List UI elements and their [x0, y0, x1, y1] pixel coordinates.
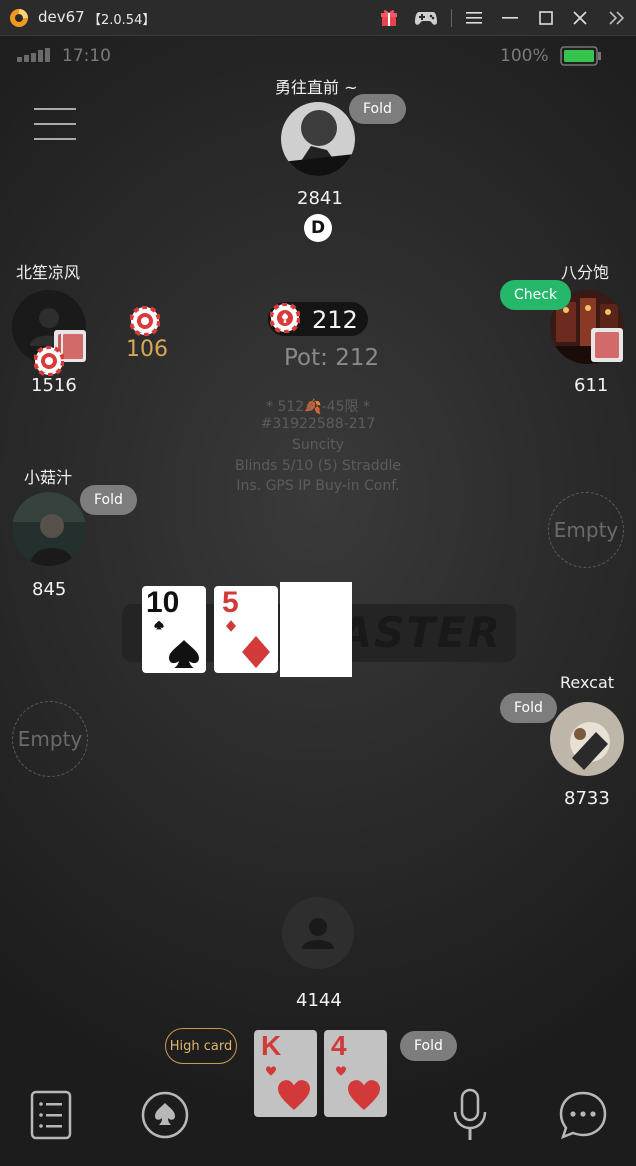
card-rank: 4 [331, 1030, 347, 1061]
avatar-hero[interactable] [282, 897, 354, 969]
stack-left-upper: 1516 [31, 375, 77, 396]
status-time: 17:10 [62, 46, 111, 66]
hole-cards-back-icon [591, 328, 623, 362]
spade-icon[interactable] [140, 1090, 190, 1140]
table-menu-button[interactable] [34, 108, 76, 140]
window-titlebar: dev67 【2.0.54】 [0, 0, 636, 36]
microphone-icon[interactable] [452, 1088, 488, 1142]
stack-top: 2841 [297, 188, 343, 209]
avatar-left-middle[interactable] [12, 492, 86, 566]
pot-total: Pot: 212 [284, 345, 380, 371]
watermark-text: ASTER [339, 608, 502, 657]
table-id: #31922588-217 [260, 416, 376, 432]
list-icon[interactable] [30, 1090, 72, 1140]
menu-icon[interactable] [461, 6, 487, 30]
close-icon[interactable] [567, 6, 593, 30]
player-name-top: 勇往直前 ~ [275, 78, 358, 97]
action-bubble-top: Fold [349, 94, 406, 124]
hand-type-badge: High card [165, 1028, 237, 1064]
action-bubble-left-middle: Fold [80, 485, 137, 515]
maximize-icon[interactable] [533, 6, 559, 30]
card-rank: 5 [222, 586, 239, 619]
player-name-left-upper: 北笙凉风 [16, 263, 81, 282]
spade-suit-icon [154, 620, 164, 630]
bet-amount-left-upper: 106 [126, 337, 168, 362]
poker-chip-icon [270, 303, 300, 333]
poker-chip-icon [34, 346, 64, 376]
hero-card-2[interactable]: 4 [324, 1030, 387, 1117]
card-rank: K [261, 1030, 282, 1061]
current-bet-amount: 212 [312, 306, 358, 334]
heart-suit-icon [336, 1066, 346, 1076]
chat-icon[interactable] [558, 1090, 608, 1140]
board-card-dealing [280, 582, 352, 677]
app-version: 【2.0.54】 [88, 13, 156, 28]
signal-icon [17, 48, 50, 62]
titlebar-divider [451, 9, 452, 27]
action-bubble-right-upper: Check [500, 280, 572, 310]
gift-icon[interactable] [376, 6, 402, 30]
battery-icon [560, 46, 601, 66]
minimize-icon[interactable] [497, 6, 523, 30]
dealer-button: D [304, 214, 332, 242]
collapse-icon[interactable] [604, 6, 630, 30]
player-name-right-upper: 八分饱 [561, 263, 610, 282]
stack-right-upper: 611 [574, 375, 609, 396]
club-name: Suncity [292, 437, 344, 453]
empty-seat-left-lower[interactable]: Empty [12, 701, 88, 777]
battery-percent: 100% [500, 46, 549, 66]
diamond-suit-icon [242, 636, 270, 668]
diamond-suit-icon [226, 620, 236, 632]
heart-suit-icon [348, 1080, 380, 1110]
app-logo-icon [10, 9, 28, 27]
stack-hero: 4144 [296, 990, 342, 1011]
player-name-right-lower: Rexcat [560, 673, 615, 692]
player-name-left-middle: 小菇汁 [24, 468, 73, 487]
empty-seat-right-middle[interactable]: Empty [548, 492, 624, 568]
stack-right-lower: 8733 [564, 788, 610, 809]
avatar-right-lower[interactable] [550, 702, 624, 776]
board-card-1: 10 [142, 586, 206, 673]
stack-left-middle: 845 [32, 579, 67, 600]
action-bubble-right-lower: Fold [500, 693, 557, 723]
gamepad-icon[interactable] [412, 6, 440, 30]
heart-suit-icon [278, 1080, 310, 1110]
card-rank: 10 [146, 586, 180, 619]
heart-suit-icon [266, 1066, 276, 1076]
poker-chip-icon [130, 306, 160, 336]
table-stakes: * 512🍂-45限 * [266, 399, 370, 415]
board-card-2: 5 [214, 586, 278, 673]
avatar-top[interactable] [281, 102, 355, 176]
spade-suit-icon [169, 640, 199, 668]
hero-card-1[interactable]: K [254, 1030, 317, 1117]
action-bubble-hero: Fold [400, 1031, 457, 1061]
app-name: dev67 [38, 8, 85, 26]
blinds-info: Blinds 5/10 (5) Straddle [234, 458, 402, 474]
